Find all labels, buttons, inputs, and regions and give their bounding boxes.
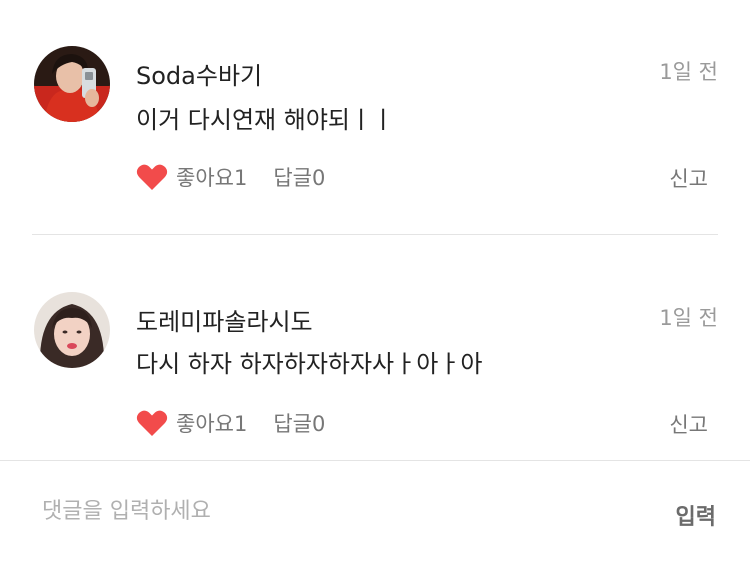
- comment-actions: 좋아요1 답글0: [136, 407, 325, 439]
- comment-page: Soda수바기 이거 다시연재 해야되ㅣㅣ 1일 전 좋아요1 답글0 신고 도…: [0, 0, 750, 562]
- comment-divider: [32, 234, 718, 235]
- like-button[interactable]: 좋아요1: [136, 162, 247, 192]
- comment-actions: 좋아요1 답글0: [136, 161, 325, 193]
- heart-icon: [136, 410, 168, 436]
- comment-text: 이거 다시연재 해야되ㅣㅣ: [136, 106, 395, 134]
- avatar[interactable]: [34, 292, 110, 368]
- comment-author[interactable]: Soda수바기: [136, 56, 262, 91]
- comment-item: Soda수바기 이거 다시연재 해야되ㅣㅣ 1일 전 좋아요1 답글0 신고: [0, 0, 750, 235]
- avatar[interactable]: [34, 46, 110, 122]
- like-count-label: 좋아요1: [176, 166, 248, 190]
- submit-comment-button[interactable]: 입력: [676, 499, 716, 531]
- comment-timestamp: 1일 전: [659, 60, 718, 84]
- report-button[interactable]: 신고: [669, 163, 708, 193]
- like-count-label: 좋아요1: [176, 412, 248, 436]
- like-button[interactable]: 좋아요1: [136, 408, 247, 438]
- comment-author[interactable]: 도레미파솔라시도: [136, 302, 313, 337]
- comment-input[interactable]: [42, 491, 602, 531]
- heart-icon: [136, 164, 168, 190]
- comment-input-bar: 입력: [0, 461, 750, 562]
- report-button[interactable]: 신고: [669, 409, 708, 439]
- comment-timestamp: 1일 전: [659, 306, 718, 330]
- avatar-photo: [34, 46, 110, 122]
- reply-button[interactable]: 답글0: [273, 162, 325, 192]
- avatar-photo: [34, 292, 110, 368]
- reply-button[interactable]: 답글0: [273, 408, 325, 438]
- comment-text: 다시 하자 하자하자하자사ㅏ아ㅏ아: [136, 350, 483, 378]
- comment-item: 도레미파솔라시도 다시 하자 하자하자하자사ㅏ아ㅏ아 1일 전 좋아요1 답글0…: [0, 236, 750, 460]
